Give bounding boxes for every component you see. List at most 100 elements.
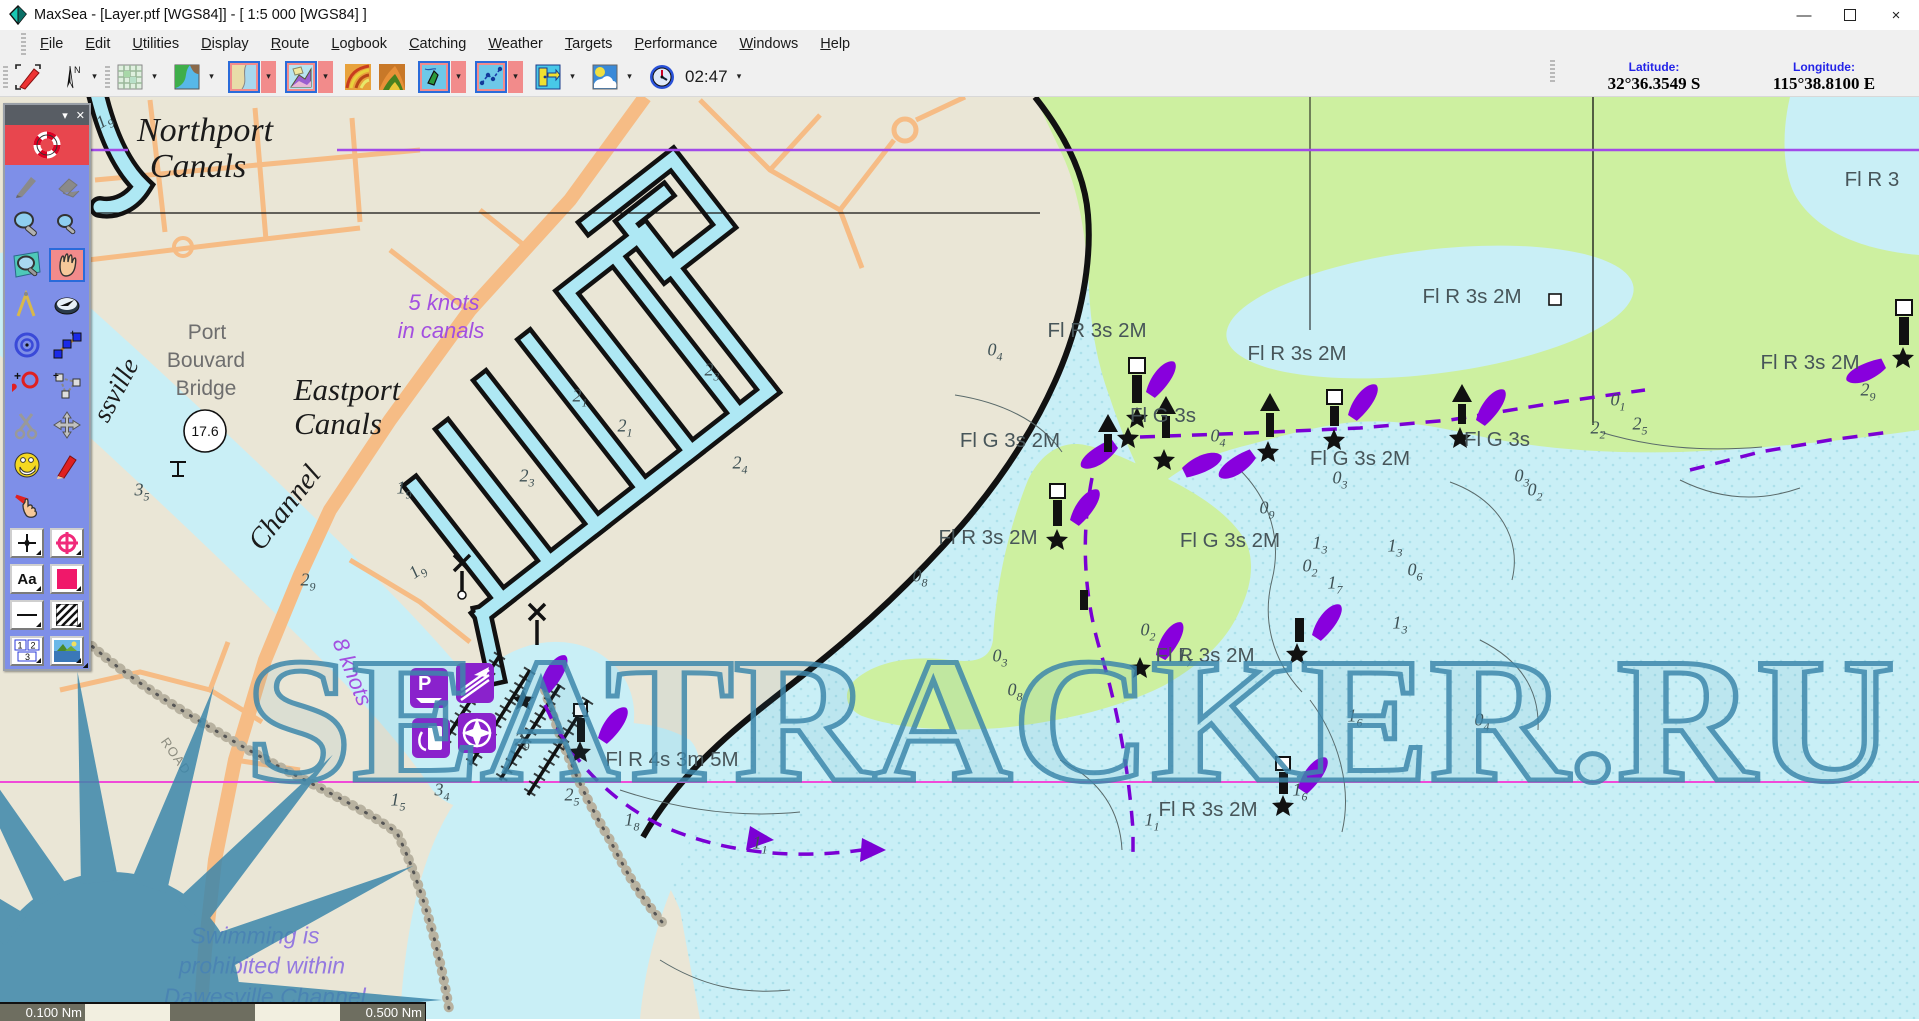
contour-icon[interactable]	[342, 61, 374, 93]
menu-item-logbook[interactable]: Logbook	[320, 33, 398, 55]
depth-sounding: 13	[1388, 536, 1403, 561]
chart-raster-icon[interactable]	[228, 61, 260, 93]
exchange-dropdown[interactable]: ▾	[565, 61, 580, 93]
range-zoom-tool[interactable]: +	[9, 368, 45, 402]
land-tan	[0, 97, 1089, 1019]
pan-tool-active[interactable]	[49, 248, 85, 282]
time-dropdown[interactable]: ▾	[732, 61, 747, 93]
pencil-tool[interactable]	[49, 448, 85, 482]
depth-sounding: 04	[1475, 710, 1490, 735]
center-mark-button[interactable]	[10, 528, 44, 558]
north-arrow-dropdown[interactable]: ▾	[87, 61, 102, 93]
place-label: in canals	[398, 318, 485, 344]
menu-item-file[interactable]: File	[29, 33, 74, 55]
terrain-icon[interactable]	[376, 61, 408, 93]
route-plot-icon[interactable]	[475, 61, 507, 93]
menu-item-help[interactable]: Help	[809, 33, 861, 55]
chart-3d-icon[interactable]	[285, 61, 317, 93]
north-arrow-icon[interactable]: N	[54, 61, 86, 93]
latitude-value: 32°36.3549 S	[1569, 74, 1739, 94]
depth-sounding: 35	[135, 480, 150, 505]
grid-dropdown[interactable]: ▾	[147, 61, 162, 93]
exchange-icon[interactable]	[532, 61, 564, 93]
menu-item-display[interactable]: Display	[190, 33, 260, 55]
chart-vector-icon[interactable]	[418, 61, 450, 93]
grid-icon[interactable]	[114, 61, 146, 93]
depth-sounding: 02	[1141, 620, 1156, 645]
place-label: 8 knots	[327, 634, 378, 710]
nav-light-label: Fl R 3s 2M	[1047, 319, 1146, 343]
map-overview-dropdown[interactable]: ▾	[204, 61, 219, 93]
menu-item-windows[interactable]: Windows	[728, 33, 809, 55]
route-plot-dropdown[interactable]: ▾	[508, 61, 523, 93]
move-tool[interactable]	[49, 408, 85, 442]
depth-sounding: 13	[1393, 613, 1408, 638]
menu-item-weather[interactable]: Weather	[477, 33, 554, 55]
lifebuoy-icon	[32, 130, 62, 160]
menu-item-route[interactable]: Route	[260, 33, 321, 55]
zoom-area-tool[interactable]	[9, 248, 45, 282]
toolbar-grip[interactable]	[3, 66, 8, 88]
menu-item-utilities[interactable]: Utilities	[121, 33, 190, 55]
depth-sounding: 19	[405, 558, 431, 587]
waypoint-route-tool[interactable]: +	[49, 328, 85, 362]
menu-item-catching[interactable]: Catching	[398, 33, 477, 55]
depth-sounding: 15	[391, 790, 406, 815]
weather-icon[interactable]	[589, 61, 621, 93]
depth-sounding: 09	[1260, 498, 1275, 523]
depth-sounding: 08	[913, 566, 928, 591]
hatch-fill-button[interactable]	[50, 600, 84, 630]
nav-light-label: Fl R 3	[1845, 168, 1900, 192]
distress-button[interactable]	[5, 125, 89, 165]
nav-light-label: Fl G 3s 2M	[960, 429, 1060, 453]
smiley-tool[interactable]	[9, 448, 45, 482]
clock-icon[interactable]	[646, 61, 678, 93]
zoom-in-tool[interactable]	[9, 208, 45, 242]
chart-3d-dropdown[interactable]: ▾	[318, 61, 333, 93]
depth-sounding: 02	[1303, 556, 1318, 581]
compass-tool[interactable]	[49, 288, 85, 322]
palette-titlebar: ▾ ✕	[5, 105, 89, 125]
divider-tool[interactable]	[9, 288, 45, 322]
zoom-out-tool[interactable]	[49, 208, 85, 242]
cut-tool[interactable]	[9, 408, 45, 442]
palette-close-icon[interactable]: ✕	[76, 109, 85, 122]
latitude-display: Latitude: 32°36.3549 S	[1569, 60, 1739, 94]
depth-sounding: 25	[1633, 414, 1648, 439]
line-style-button[interactable]	[10, 600, 44, 630]
chart-canvas[interactable]: P	[0, 97, 1919, 1019]
depth-sounding: 16	[1293, 780, 1308, 805]
chart-raster-dropdown[interactable]: ▾	[261, 61, 276, 93]
menu-item-targets[interactable]: Targets	[554, 33, 624, 55]
depth-sounding: 04	[1211, 426, 1226, 451]
minimize-button[interactable]: —	[1781, 0, 1827, 30]
menu-item-performance[interactable]: Performance	[623, 33, 728, 55]
depth-sounding: 22	[1591, 418, 1606, 443]
menu-item-edit[interactable]: Edit	[74, 33, 121, 55]
place-label: Swimming is	[190, 923, 319, 950]
eraser-tool-disabled	[49, 168, 85, 202]
target-rings-tool[interactable]	[9, 328, 45, 362]
menu-grip[interactable]	[21, 33, 26, 55]
map-overview-icon[interactable]	[171, 61, 203, 93]
depth-sounding: 11	[753, 833, 768, 858]
polygon-edit-tool[interactable]: +	[49, 368, 85, 402]
main-toolbar: N ▾ ▾ ▾ ▾ ▾	[0, 57, 1919, 97]
nav-light-label: Fl R 3s 2M	[938, 526, 1037, 550]
chart-vector-dropdown[interactable]: ▾	[451, 61, 466, 93]
close-button[interactable]: ×	[1873, 0, 1919, 30]
depth-sounding: 25	[565, 785, 580, 810]
depth-sounding: 23	[705, 360, 720, 385]
palette-menu-icon[interactable]: ▾	[62, 109, 68, 122]
point-select-tool[interactable]	[9, 488, 45, 522]
restore-button[interactable]	[1827, 0, 1873, 30]
text-tool-button[interactable]: Aa	[10, 564, 44, 594]
annotate-pen-icon[interactable]	[12, 61, 44, 93]
depth-sounding: 13	[1313, 533, 1328, 558]
weather-dropdown[interactable]: ▾	[622, 61, 637, 93]
bearing-mark-button[interactable]	[50, 528, 84, 558]
background-button[interactable]	[50, 636, 84, 666]
nav-light-label: Fl G 3s	[1130, 404, 1196, 428]
color-fill-button[interactable]	[50, 564, 84, 594]
layout-button[interactable]: 123	[10, 636, 44, 666]
